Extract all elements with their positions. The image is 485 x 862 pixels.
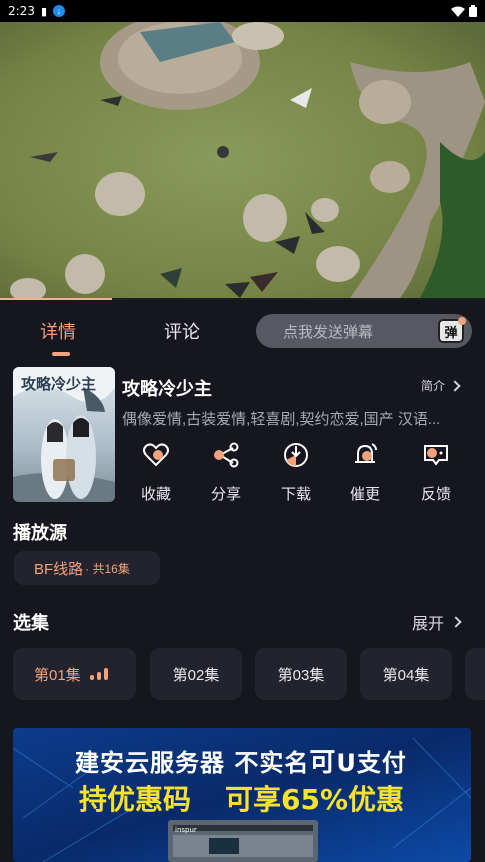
ad-headline: 建安云服务器 不实名可U支付 xyxy=(75,742,407,779)
detail-tabs-bar: 详情 评论 点我发送弹幕 弹 xyxy=(0,298,485,360)
episode-label: 第01集 xyxy=(34,666,81,684)
sd-card-icon: ▮ xyxy=(40,5,48,18)
expand-label: 展开 xyxy=(412,616,445,633)
intro-link[interactable]: 简介 xyxy=(421,377,461,394)
ad-headline-main: 建安云服务器 不实名 xyxy=(75,749,310,777)
share-icon xyxy=(214,442,239,468)
play-source-title: 播放源 xyxy=(13,523,67,543)
ad-banner[interactable]: inspur 建安云服务器 不实名可U支付 持优惠码 可享65%优惠 xyxy=(13,728,471,862)
tab-details[interactable]: 详情 xyxy=(40,318,76,344)
video-player[interactable] xyxy=(0,22,485,298)
feedback-icon xyxy=(424,445,448,466)
remind-update-button[interactable]: 催更 xyxy=(338,440,392,504)
video-frame xyxy=(0,22,485,298)
episode-item[interactable]: 第01集 xyxy=(13,648,136,700)
download-icon xyxy=(284,443,308,467)
danmaku-toggle-icon[interactable]: 弹 xyxy=(438,317,466,343)
episode-label: 第02集 xyxy=(172,666,220,684)
episodes-title: 选集 xyxy=(13,613,49,633)
source-name: BF线路 xyxy=(34,560,84,578)
expand-episodes-button[interactable]: 展开 xyxy=(412,610,462,634)
remind-update-label: 催更 xyxy=(349,486,380,503)
heart-icon xyxy=(143,443,169,467)
danmaku-placeholder: 点我发送弹幕 xyxy=(283,323,374,341)
battery-icon xyxy=(469,5,477,17)
feedback-label: 反馈 xyxy=(420,486,451,503)
episode-label: 第04集 xyxy=(382,666,430,684)
share-button[interactable]: 分享 xyxy=(199,440,253,504)
download-label: 下载 xyxy=(280,486,311,503)
source-chip-bf[interactable]: BF线路 · 共16集 xyxy=(14,551,160,585)
ad-headline-can: 可 xyxy=(309,748,337,778)
svg-text:攻略冷少主: 攻略冷少主 xyxy=(21,375,96,393)
show-poster: 攻略冷少主 xyxy=(13,367,115,502)
show-tags: 偶像爱情,古装爱情,轻喜剧,契约恋爱,国产 汉语... xyxy=(122,411,441,428)
chevron-right-icon xyxy=(449,379,461,392)
share-label: 分享 xyxy=(210,486,241,503)
now-playing-icon xyxy=(89,668,108,680)
download-button[interactable]: 下载 xyxy=(269,440,323,504)
intro-label: 简介 xyxy=(421,379,446,393)
danmaku-input[interactable]: 点我发送弹幕 弹 xyxy=(256,314,472,348)
episode-item[interactable]: 第03集 xyxy=(255,648,347,700)
status-indicators xyxy=(451,5,477,17)
wifi-icon xyxy=(451,6,465,17)
ad-subheadline: 持优惠码 可享65%优惠 xyxy=(79,778,404,818)
action-bar: 收藏 分享 下载 催更 反馈 xyxy=(122,440,467,504)
ad-headline-pay: U支付 xyxy=(336,749,407,777)
tab-comments[interactable]: 评论 xyxy=(164,318,200,344)
active-tab-indicator xyxy=(52,352,70,356)
playback-progress-bar[interactable] xyxy=(0,298,112,300)
ad-coupon-text: 持优惠码 xyxy=(79,783,192,816)
ad-discount-text: 可享65%优惠 xyxy=(225,783,405,816)
chevron-right-icon xyxy=(450,616,462,628)
episode-item-partial[interactable] xyxy=(465,648,485,700)
episode-label: 第03集 xyxy=(277,666,325,684)
ad-brand-logo: inspur xyxy=(175,826,197,834)
favorite-button[interactable]: 收藏 xyxy=(129,440,183,504)
favorite-label: 收藏 xyxy=(140,486,171,503)
episode-count: · 共16集 xyxy=(85,561,130,576)
bell-icon xyxy=(355,443,377,463)
feedback-button[interactable]: 反馈 xyxy=(409,440,463,504)
download-notification-icon: ↓ xyxy=(53,5,66,17)
status-time: 2:23 xyxy=(8,4,35,18)
episode-item[interactable]: 第02集 xyxy=(150,648,242,700)
episode-item[interactable]: 第04集 xyxy=(360,648,452,700)
status-bar: 2:23 ▮ ↓ xyxy=(0,0,485,22)
show-title: 攻略冷少主 xyxy=(122,379,212,399)
